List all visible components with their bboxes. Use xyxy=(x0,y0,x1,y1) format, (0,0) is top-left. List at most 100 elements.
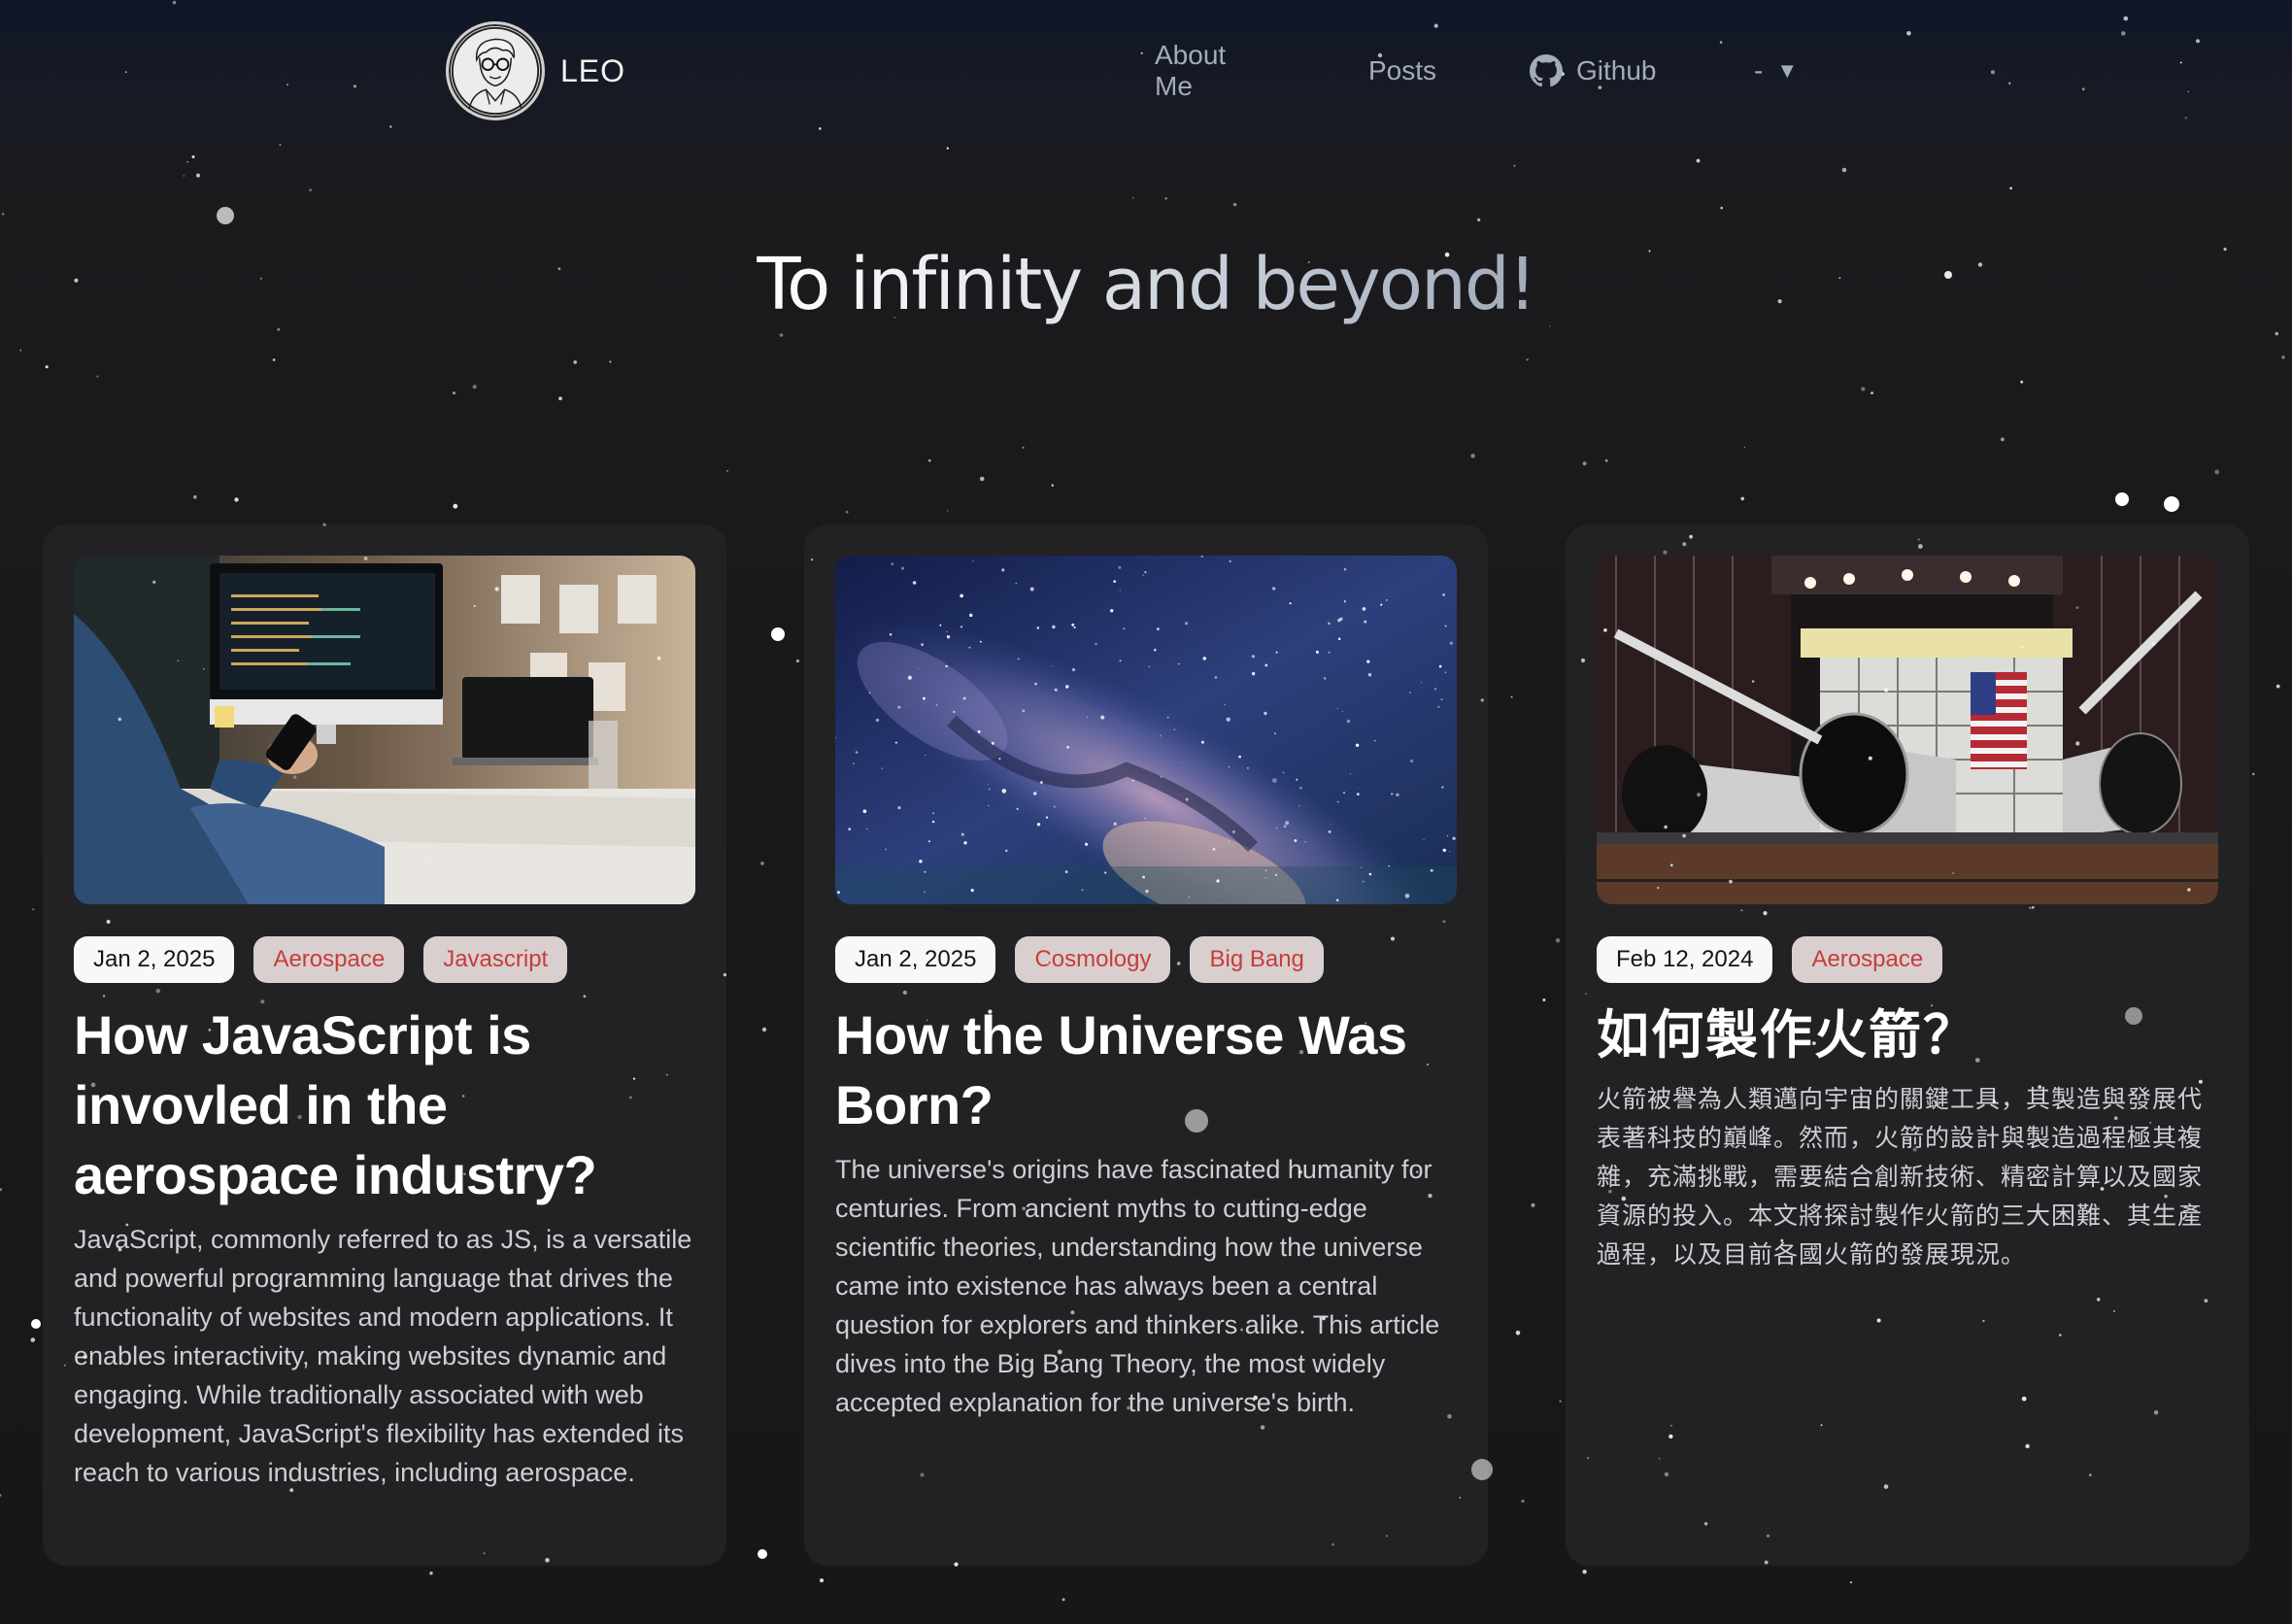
image-star xyxy=(1053,805,1056,808)
image-star xyxy=(1054,688,1058,692)
tag-badge[interactable]: Big Bang xyxy=(1190,936,1324,983)
star-dot xyxy=(795,659,800,663)
post-tags: Feb 12, 2024 Aerospace xyxy=(1597,936,1943,983)
star-dot xyxy=(1062,1598,1065,1602)
image-star xyxy=(1071,623,1075,626)
tag-badge[interactable]: Aerospace xyxy=(1792,936,1943,983)
image-star xyxy=(1357,788,1359,790)
image-star xyxy=(1410,759,1414,763)
image-star xyxy=(1444,625,1447,627)
image-star xyxy=(1315,650,1319,654)
nav-posts[interactable]: Posts xyxy=(1368,55,1436,86)
language-selected-value: - xyxy=(1754,55,1764,85)
brand-home-link[interactable]: LEO xyxy=(446,21,625,120)
post-date-badge: Feb 12, 2024 xyxy=(1597,936,1773,983)
nav-github-label: Github xyxy=(1576,55,1657,85)
star-dot xyxy=(779,333,784,337)
star-dot xyxy=(2275,684,2280,689)
nav-about-me[interactable]: About Me xyxy=(1155,40,1226,102)
image-star xyxy=(1380,603,1383,606)
image-star xyxy=(1336,800,1339,803)
image-star xyxy=(1040,781,1043,784)
star-dot xyxy=(1232,202,1237,207)
image-star xyxy=(848,828,852,831)
nav-github[interactable]: Github xyxy=(1530,54,1657,87)
star-dot xyxy=(234,497,239,502)
post-card[interactable]: Feb 12, 2024 Aerospace 如何製作火箭？ 火箭被譽為人類邁向… xyxy=(1566,524,2249,1566)
image-star xyxy=(1264,869,1267,872)
image-star xyxy=(928,840,930,843)
image-star xyxy=(1446,834,1449,837)
image-star xyxy=(924,870,927,873)
image-star xyxy=(1166,716,1169,719)
image-star xyxy=(945,664,948,668)
image-star xyxy=(972,560,974,562)
star-dot xyxy=(186,160,188,163)
star-dot xyxy=(472,385,477,389)
image-star xyxy=(1201,740,1204,744)
image-star xyxy=(1016,807,1019,810)
post-card[interactable]: Jan 2, 2025 Aerospace Javascript How Jav… xyxy=(43,524,726,1566)
image-star xyxy=(1304,841,1306,843)
image-star xyxy=(1386,599,1388,601)
image-star xyxy=(1064,870,1068,873)
image-star xyxy=(925,754,927,756)
image-star xyxy=(1142,875,1145,879)
image-star xyxy=(1119,590,1121,592)
post-card[interactable]: Jan 2, 2025 Cosmology Big Bang How the U… xyxy=(804,524,1488,1566)
image-star xyxy=(1142,574,1144,576)
star-dot xyxy=(1582,461,1587,466)
image-star xyxy=(1051,664,1053,666)
image-star xyxy=(1328,830,1331,833)
image-star xyxy=(1071,667,1076,672)
image-star xyxy=(1374,739,1376,742)
image-star xyxy=(1264,663,1268,667)
image-star xyxy=(1336,707,1338,709)
tag-badge[interactable]: Aerospace xyxy=(253,936,405,983)
image-star xyxy=(853,762,855,764)
image-star xyxy=(1423,838,1425,841)
image-star xyxy=(1430,868,1433,872)
star-dot xyxy=(758,1549,767,1559)
image-star xyxy=(1346,719,1351,724)
image-star xyxy=(1274,732,1276,734)
image-star xyxy=(906,703,908,705)
image-star xyxy=(918,668,920,669)
image-star xyxy=(935,704,938,706)
image-star xyxy=(894,741,897,744)
post-image xyxy=(1597,556,2218,904)
star-dot xyxy=(726,469,728,472)
image-star xyxy=(1036,823,1041,827)
avatar xyxy=(446,21,545,120)
star-dot xyxy=(1510,695,1513,698)
image-star xyxy=(1368,872,1372,876)
image-star xyxy=(991,741,994,745)
image-star xyxy=(989,788,991,791)
hero-title-text: To infinity and beyond! xyxy=(757,243,1536,326)
image-star xyxy=(1442,593,1445,596)
github-icon xyxy=(1530,54,1563,87)
image-star xyxy=(1229,559,1231,563)
post-date-badge: Jan 2, 2025 xyxy=(74,936,235,983)
image-star xyxy=(962,696,966,700)
brand-name: LEO xyxy=(560,52,626,88)
language-select[interactable]: - ▼ xyxy=(1754,55,1798,86)
star-dot xyxy=(453,503,458,509)
avatar-portrait-icon xyxy=(451,26,540,116)
image-star xyxy=(1036,626,1040,629)
star-dot xyxy=(196,173,200,178)
star-dot xyxy=(309,188,312,192)
image-star xyxy=(1335,898,1339,902)
tag-badge[interactable]: Cosmology xyxy=(1015,936,1171,983)
star-dot xyxy=(1515,1330,1521,1336)
image-star xyxy=(1264,711,1267,716)
image-star xyxy=(1119,660,1122,662)
image-star xyxy=(921,643,924,646)
image-star xyxy=(1271,587,1276,591)
image-star xyxy=(1081,889,1084,892)
image-star xyxy=(1110,609,1114,613)
tag-badge[interactable]: Javascript xyxy=(423,936,568,983)
image-star xyxy=(961,832,964,836)
image-star xyxy=(1202,657,1206,660)
image-star xyxy=(1157,627,1160,630)
